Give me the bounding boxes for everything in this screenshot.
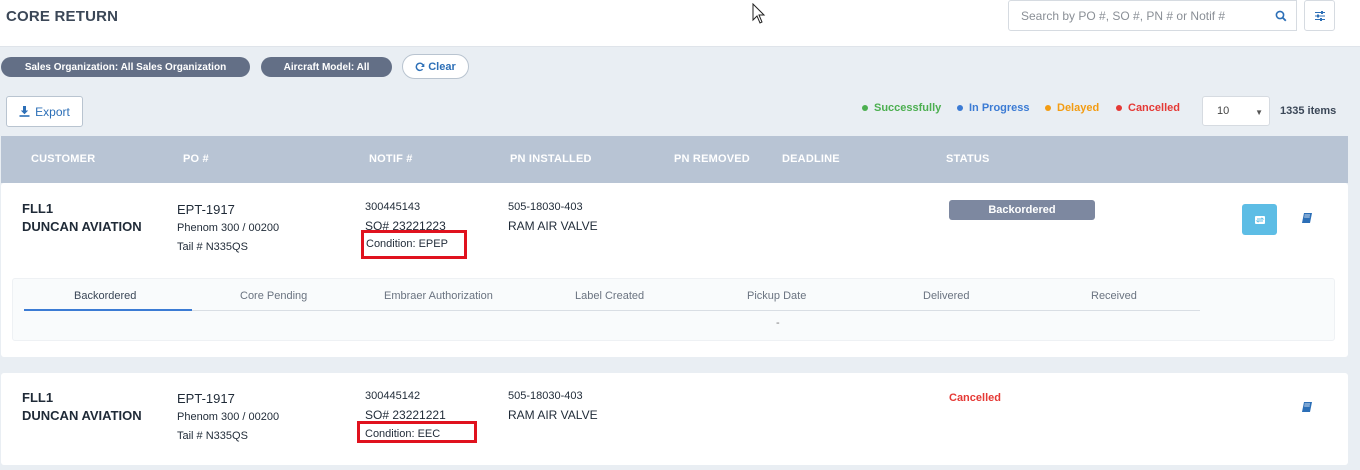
legend-label: In Progress — [969, 102, 1030, 114]
refresh-icon — [415, 62, 425, 71]
condition: Condition: EEC — [365, 428, 441, 440]
tracker-detail: - — [776, 317, 780, 329]
book-icon[interactable] — [1301, 401, 1313, 413]
mouse-cursor-icon — [752, 3, 766, 24]
search-icon — [1275, 10, 1286, 21]
notif-number: 300445143 — [365, 201, 421, 213]
chevron-down-icon: ▼ — [1255, 108, 1263, 117]
aircraft-model: Phenom 300 / 00200 — [177, 411, 280, 423]
column-header-notif[interactable]: NOTIF # — [369, 153, 413, 165]
tracker-active-indicator — [24, 309, 192, 311]
tail-number: Tail # N335QS — [177, 430, 248, 442]
aircraft-model: Phenom 300 / 00200 — [177, 222, 280, 234]
tracker-step-label-created[interactable]: Label Created — [575, 290, 644, 302]
download-icon — [19, 106, 30, 117]
column-header-deadline[interactable]: DEADLINE — [782, 153, 840, 165]
customer-code: FLL1 — [22, 201, 54, 216]
page-title: CORE RETURN — [6, 8, 119, 25]
status-text: Cancelled — [949, 392, 1001, 404]
advanced-filter-button[interactable] — [1304, 0, 1335, 31]
status-dot-icon — [957, 105, 963, 111]
legend-delayed: Delayed — [1045, 102, 1099, 114]
pn-installed: 505-18030-403 — [508, 390, 583, 402]
filter-pill-sales-organization[interactable]: Sales Organization: All Sales Organizati… — [1, 57, 250, 77]
sliders-icon — [1314, 10, 1325, 21]
condition: Condition: EPEP — [366, 238, 448, 250]
column-header-pn-removed[interactable]: PN REMOVED — [674, 153, 750, 165]
export-label: Export — [35, 104, 70, 119]
tracker-step-embraer-authorization[interactable]: Embraer Authorization — [384, 290, 493, 302]
export-button[interactable]: Export — [6, 96, 83, 127]
items-count: 1335 items — [1280, 105, 1337, 117]
status-badge: Backordered — [949, 200, 1095, 220]
tracker-line — [24, 310, 1200, 311]
tracker-step-backordered[interactable]: Backordered — [74, 290, 136, 302]
legend-label: Delayed — [1057, 102, 1100, 114]
legend-label: Cancelled — [1128, 102, 1180, 114]
tracker-step-pickup-date[interactable]: Pickup Date — [747, 290, 806, 302]
column-header-po[interactable]: PO # — [183, 153, 209, 165]
column-header-customer[interactable]: CUSTOMER — [31, 153, 95, 165]
po-number: EPT-1917 — [177, 202, 235, 217]
customer-name: DUNCAN AVIATION — [22, 219, 142, 234]
pn-installed: 505-18030-403 — [508, 201, 583, 213]
po-number: EPT-1917 — [177, 391, 235, 406]
book-icon[interactable] — [1301, 212, 1313, 224]
pn-description: RAM AIR VALVE — [508, 219, 598, 233]
tracker-step-core-pending[interactable]: Core Pending — [240, 290, 307, 302]
search-button[interactable] — [1265, 0, 1297, 31]
legend-label: Successfully — [874, 102, 942, 114]
column-header-status[interactable]: STATUS — [946, 153, 990, 165]
legend-successfully: Successfully — [862, 102, 941, 114]
page-size-value: 10 — [1217, 105, 1230, 117]
pn-description: RAM AIR VALVE — [508, 408, 598, 422]
clear-filters-button[interactable]: Clear — [402, 54, 469, 79]
column-header-pn-installed[interactable]: PN INSTALLED — [510, 153, 592, 165]
status-dot-icon — [1116, 105, 1122, 111]
tracker-step-received[interactable]: Received — [1091, 290, 1137, 302]
clear-label: Clear — [428, 60, 456, 73]
legend-cancelled: Cancelled — [1116, 102, 1180, 114]
filter-pill-aircraft-model[interactable]: Aircraft Model: All — [261, 57, 392, 77]
status-dot-icon — [862, 105, 868, 111]
customer-name: DUNCAN AVIATION — [22, 408, 142, 423]
return-action-button[interactable] — [1242, 204, 1277, 235]
search-input[interactable] — [1008, 0, 1266, 31]
status-dot-icon — [1045, 105, 1051, 111]
tail-number: Tail # N335QS — [177, 241, 248, 253]
customer-code: FLL1 — [22, 390, 54, 405]
swap-icon — [1254, 215, 1265, 224]
legend-in-progress: In Progress — [957, 102, 1030, 114]
tracker-step-delivered[interactable]: Delivered — [923, 290, 969, 302]
page-size-select[interactable]: 10 ▼ — [1202, 96, 1270, 126]
notif-number: 300445142 — [365, 390, 421, 402]
so-number: SO# 23221221 — [365, 408, 446, 422]
